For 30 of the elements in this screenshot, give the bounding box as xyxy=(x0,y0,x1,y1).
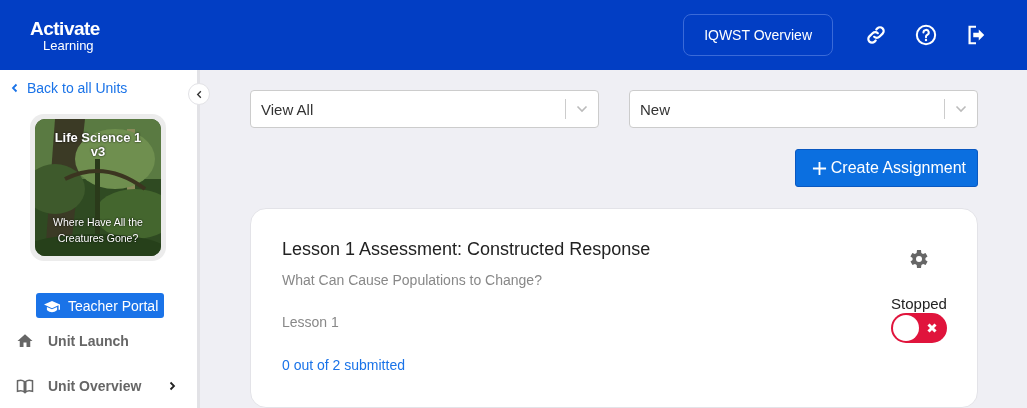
collapse-button[interactable] xyxy=(188,83,210,105)
logo[interactable]: Activate Learning xyxy=(30,18,100,52)
status-label: Stopped xyxy=(891,295,947,312)
back-link[interactable]: Back to all Units xyxy=(10,80,128,96)
plus-icon xyxy=(811,160,827,176)
nav-item[interactable]: Unit Launch xyxy=(0,318,197,363)
logout-icon[interactable] xyxy=(965,24,987,46)
dropdown[interactable]: New xyxy=(629,90,978,128)
x-icon xyxy=(926,322,938,334)
link-icon[interactable] xyxy=(865,24,887,46)
lesson-label: Lesson 1 xyxy=(282,314,339,330)
dropdown[interactable]: View All xyxy=(250,90,599,128)
help-icon[interactable] xyxy=(915,24,937,46)
chevron-down-icon xyxy=(955,103,967,115)
unit-card[interactable]: Life Science 1 v3 Where Have All the Creatures Gone? xyxy=(30,114,166,261)
chevron-left-icon xyxy=(10,83,20,93)
unit-title: Life Science 1 v3 xyxy=(53,131,143,159)
chevron-down-icon xyxy=(576,103,588,115)
toggle-switch[interactable] xyxy=(891,313,947,343)
assignment-title: Lesson 1 Assessment: Constructed Response xyxy=(282,239,651,260)
submissions-link[interactable]: 0 out of 2 submitted xyxy=(282,357,405,373)
book-icon xyxy=(16,376,34,395)
assignment-subtitle: What Can Cause Populations to Change? xyxy=(282,272,542,288)
overview-button[interactable]: IQWST Overview xyxy=(683,14,833,56)
teacher-portal-button[interactable]: Teacher Portal xyxy=(36,293,165,318)
create-assignment-button[interactable]: Create Assignment xyxy=(794,149,978,187)
chevron-right-icon xyxy=(167,380,177,391)
unit-subtitle: Where Have All the Creatures Gone? xyxy=(52,215,144,246)
chevron-left-icon xyxy=(194,89,204,99)
nav-item[interactable]: Unit Overview xyxy=(0,363,197,408)
